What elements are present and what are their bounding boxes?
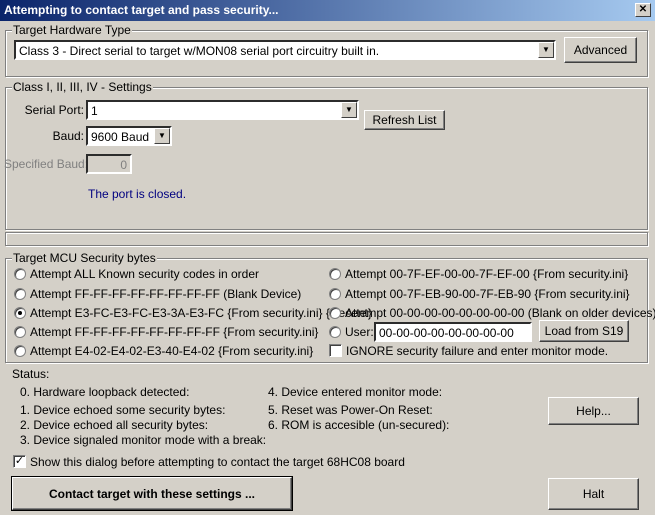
specified-baud-input[interactable]: 0 — [86, 154, 132, 174]
status-item: 1. Device echoed some security bytes: — [20, 403, 226, 417]
status-item: 3. Device signaled monitor mode with a b… — [20, 433, 267, 447]
option-label: Attempt 00-7F-EF-00-00-7F-EF-00 {From se… — [345, 267, 629, 281]
radio-button[interactable] — [329, 268, 341, 280]
status-item: 5. Reset was Power-On Reset: — [268, 403, 433, 417]
advanced-button[interactable]: Advanced — [564, 37, 637, 63]
refresh-list-button[interactable]: Refresh List — [364, 110, 445, 130]
option-label: Attempt ALL Known security codes in orde… — [30, 267, 260, 281]
baud-select[interactable]: 9600 Baud ▼ — [86, 126, 172, 146]
title-bar: Attempting to contact target and pass se… — [0, 0, 655, 21]
settings-legend: Class I, II, III, IV - Settings — [12, 80, 153, 94]
chevron-down-icon[interactable]: ▼ — [538, 42, 554, 58]
hardware-legend: Target Hardware Type — [12, 23, 132, 37]
status-item: 2. Device echoed all security bytes: — [20, 418, 209, 432]
security-legend: Target MCU Security bytes — [12, 251, 157, 265]
status-item: 4. Device entered monitor mode: — [268, 385, 443, 399]
option-label: Attempt 00-7F-EB-90-00-7F-EB-90 {From se… — [345, 287, 630, 301]
show-dialog-label: Show this dialog before attempting to co… — [30, 455, 405, 469]
chevron-down-icon[interactable]: ▼ — [341, 102, 357, 118]
contact-target-button[interactable]: Contact target with these settings ... — [11, 476, 293, 511]
hardware-type-value: Class 3 - Direct serial to target w/MON0… — [19, 44, 380, 58]
radio-button[interactable] — [14, 288, 26, 300]
baud-label: Baud: — [52, 129, 84, 143]
port-status-text: The port is closed. — [88, 187, 187, 201]
status-label: Status: — [12, 367, 50, 381]
ignore-security-checkbox[interactable] — [329, 344, 342, 357]
radio-button[interactable] — [329, 326, 341, 338]
option-label: Attempt 00-00-00-00-00-00-00-00 (Blank o… — [345, 306, 655, 320]
specified-baud-label: Specified Baud: — [4, 157, 89, 171]
user-security-input[interactable]: 00-00-00-00-00-00-00-00 — [374, 322, 532, 342]
status-item: 6. ROM is accesible (un-secured): — [268, 418, 450, 432]
help-button[interactable]: Help... — [548, 397, 639, 425]
radio-button[interactable] — [14, 326, 26, 338]
separator — [5, 232, 648, 246]
radio-button[interactable] — [329, 307, 341, 319]
radio-button[interactable] — [14, 268, 26, 280]
radio-button[interactable] — [329, 288, 341, 300]
serial-port-select[interactable]: 1 ▼ — [86, 100, 359, 120]
radio-button[interactable] — [14, 345, 26, 357]
window-title: Attempting to contact target and pass se… — [4, 3, 279, 17]
option-label: Attempt E4-02-E4-02-E3-40-E4-02 {From se… — [30, 344, 314, 358]
option-label: Attempt E3-FC-E3-FC-E3-3A-E3-FC {From se… — [30, 306, 372, 320]
halt-button[interactable]: Halt — [548, 478, 639, 510]
show-dialog-checkbox[interactable]: ✓ — [13, 455, 26, 468]
option-label: Attempt FF-FF-FF-FF-FF-FF-FF-FF {From se… — [30, 325, 319, 339]
close-button[interactable]: ✕ — [635, 3, 651, 17]
serial-port-label: Serial Port: — [24, 103, 84, 117]
baud-value: 9600 Baud — [91, 130, 150, 144]
radio-button-selected[interactable] — [14, 307, 26, 319]
serial-port-value: 1 — [91, 104, 98, 118]
ignore-security-label: IGNORE security failure and enter monito… — [346, 344, 609, 358]
chevron-down-icon[interactable]: ▼ — [154, 128, 170, 144]
hardware-type-select[interactable]: Class 3 - Direct serial to target w/MON0… — [14, 40, 556, 60]
user-label: User: — [345, 325, 374, 339]
load-from-s19-button[interactable]: Load from S19 — [539, 320, 629, 342]
option-label: Attempt FF-FF-FF-FF-FF-FF-FF-FF (Blank D… — [30, 287, 302, 301]
status-item: 0. Hardware loopback detected: — [20, 385, 190, 399]
